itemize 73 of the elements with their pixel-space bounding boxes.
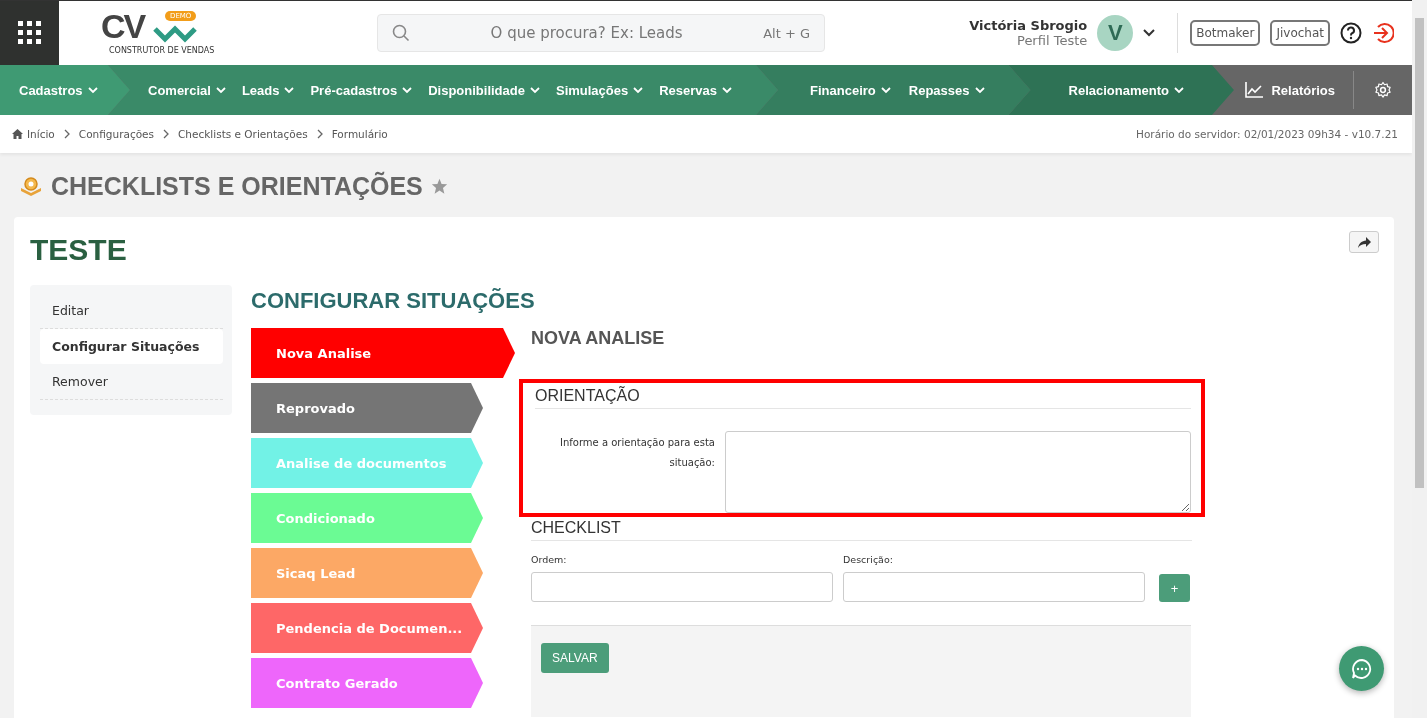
user-name: Victória Sbrogio <box>969 18 1088 33</box>
search-bar[interactable]: O que procura? Ex: Leads Alt + G <box>377 14 825 52</box>
form-title: NOVA ANALISE <box>531 328 666 349</box>
nav-menu-item[interactable]: Reservas <box>659 82 733 98</box>
chevron-right-icon <box>163 129 170 139</box>
nav-menu-item[interactable]: Pré-cadastros <box>310 82 413 98</box>
gear-box-icon <box>19 175 43 197</box>
logout-icon[interactable] <box>1372 22 1394 44</box>
chevron-down-icon <box>880 86 891 94</box>
situation-tab[interactable]: Contrato Gerado <box>251 658 483 708</box>
line-chart-icon <box>1245 82 1264 98</box>
grid-icon <box>16 20 43 46</box>
search-icon <box>392 24 410 42</box>
breadcrumb-link[interactable]: Checklists e Orientações <box>178 128 308 140</box>
add-button[interactable]: + <box>1159 574 1190 602</box>
chevron-down-icon <box>529 86 540 94</box>
field-label: Descrição: <box>843 554 894 565</box>
search-input[interactable]: O que procura? Ex: Leads <box>420 23 754 43</box>
nav-menu-item[interactable]: Comercial <box>148 82 226 98</box>
nav-menu-item[interactable]: Repasses <box>908 82 985 98</box>
chevron-down-icon <box>633 86 644 94</box>
integration-button[interactable]: Jivochat <box>1270 20 1330 46</box>
home-icon <box>12 129 23 139</box>
nav-menu-item[interactable]: Cadastros <box>19 82 98 98</box>
share-arrow-icon <box>1357 236 1371 248</box>
share-button[interactable] <box>1349 231 1379 253</box>
apps-menu-button[interactable] <box>0 1 59 65</box>
integration-button[interactable]: Botmaker <box>1190 20 1261 46</box>
nav-menu-item[interactable]: Leads <box>241 82 295 98</box>
page-title: CHECKLISTS E ORIENTAÇÕES <box>51 171 423 201</box>
chevron-down-icon <box>722 86 733 94</box>
nav-menu-item[interactable]: Financeiro <box>810 82 891 98</box>
chevron-down-icon <box>1173 86 1184 94</box>
side-menu-item[interactable]: Configurar Situações <box>40 329 223 364</box>
chevron-down-icon <box>284 86 295 94</box>
save-button[interactable]: SALVAR <box>541 643 609 673</box>
breadcrumb-link[interactable]: Início <box>27 128 55 140</box>
chevron-down-icon[interactable] <box>1143 29 1156 37</box>
breadcrumb-link[interactable]: Configurações <box>78 128 155 140</box>
input-field[interactable] <box>843 572 1145 602</box>
chevron-right-icon <box>63 129 70 139</box>
chevron-down-icon <box>974 86 985 94</box>
input-field[interactable] <box>531 572 833 602</box>
chevron-down-icon <box>402 86 413 94</box>
settings-icon[interactable] <box>1374 81 1392 99</box>
star-icon[interactable] <box>430 178 448 194</box>
shortcut-hint: Alt + G <box>763 25 810 41</box>
chevron-down-icon <box>87 86 98 94</box>
section-heading: CHECKLIST <box>531 519 1192 541</box>
side-menu-item[interactable]: Remover <box>40 364 223 400</box>
chevron-right-icon <box>316 129 323 139</box>
nav-menu-item[interactable]: Disponibilidade <box>428 82 540 98</box>
nav-menu-item[interactable]: Simulações <box>555 82 644 98</box>
logo-tagline: CONSTRUTOR DE VENDAS <box>109 46 215 56</box>
user-avatar[interactable]: V <box>1097 15 1134 51</box>
chat-bubble-icon <box>1350 657 1373 680</box>
nav-menu-item[interactable]: Relacionamento <box>1068 82 1184 98</box>
record-title: TESTE <box>30 233 127 267</box>
reports-link[interactable]: Relatórios <box>1245 82 1353 98</box>
field-label: Ordem: <box>531 554 568 565</box>
situation-tab[interactable]: Nova Analise <box>251 328 515 378</box>
server-info: Horário do servidor: 02/01/2023 09h34 - v10.7.21 <box>1136 128 1398 140</box>
section-title: CONFIGURAR SITUAÇÕES <box>251 288 536 314</box>
help-icon[interactable] <box>1340 22 1362 44</box>
section-heading: ORIENTAÇÃO <box>535 387 1191 409</box>
user-profile: Perfil Teste <box>1017 33 1088 48</box>
chevron-down-icon <box>215 86 226 94</box>
field-label: Informe a orientação para esta situação: <box>559 436 715 470</box>
logo-text: CV <box>101 7 145 46</box>
situation-tab[interactable]: Pendencia de Documen... <box>251 603 483 653</box>
situation-tab[interactable]: Reprovado <box>251 383 483 433</box>
wave-icon <box>153 25 197 43</box>
scrollbar[interactable] <box>1412 0 1427 718</box>
